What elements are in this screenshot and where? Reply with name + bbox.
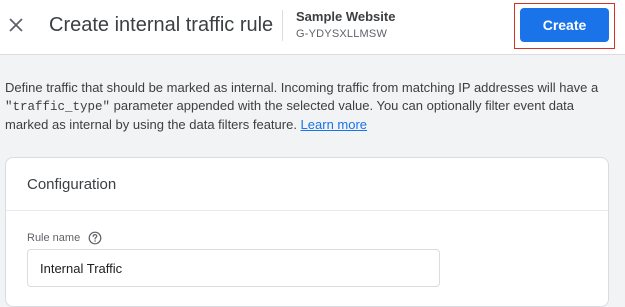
learn-more-link[interactable]: Learn more (301, 117, 367, 132)
property-id: G-YDYSXLLMSW (296, 28, 388, 40)
close-icon (9, 18, 23, 32)
rule-name-label: Rule name (27, 232, 81, 244)
configuration-card: Configuration Rule name (5, 157, 609, 307)
close-button[interactable] (4, 11, 28, 39)
header-divider (282, 10, 283, 41)
description-text: Define traffic that should be marked as … (5, 79, 617, 134)
traffic-type-code: "traffic_type" (5, 100, 111, 114)
top-app-bar: Create internal traffic rule Sample Webs… (0, 0, 625, 55)
rule-name-label-row: Rule name (27, 231, 102, 245)
help-circle-icon[interactable] (88, 231, 102, 245)
configuration-card-header: Configuration (6, 158, 608, 211)
description-part-1: Define traffic that should be marked as … (5, 80, 599, 95)
page-title: Create internal traffic rule (49, 14, 274, 36)
configuration-title: Configuration (27, 176, 117, 193)
property-name: Sample Website (296, 9, 396, 24)
create-button[interactable]: Create (520, 8, 609, 42)
rule-name-input[interactable] (27, 249, 440, 287)
